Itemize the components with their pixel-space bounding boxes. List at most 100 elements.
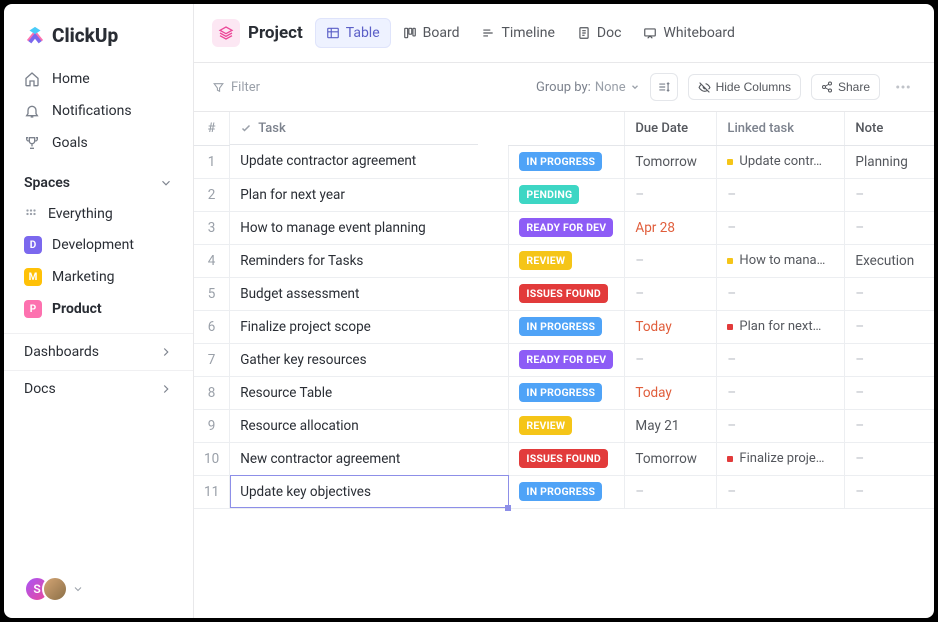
task-name-cell[interactable]: Resource Table <box>230 376 509 409</box>
due-date-cell[interactable]: Tomorrow <box>625 145 717 178</box>
note-cell[interactable]: – <box>845 277 934 310</box>
due-date-cell[interactable]: – <box>625 178 717 211</box>
section-dashboards[interactable]: Dashboards <box>4 333 193 370</box>
task-name-cell[interactable]: Finalize project scope <box>230 310 509 343</box>
table-row[interactable]: 7 Gather key resources READY FOR DEV – –… <box>194 343 934 376</box>
col-linked[interactable]: Linked task <box>717 112 845 145</box>
space-item-development[interactable]: DDevelopment <box>4 229 193 261</box>
note-cell[interactable]: – <box>845 211 934 244</box>
note-cell[interactable]: – <box>845 343 934 376</box>
section-docs[interactable]: Docs <box>4 370 193 407</box>
due-date-cell[interactable]: – <box>625 277 717 310</box>
avatar-group[interactable]: S <box>4 560 193 618</box>
table-row[interactable]: 1 Update contractor agreement IN PROGRES… <box>194 145 934 178</box>
project-title-chip[interactable]: Project <box>212 19 303 47</box>
avatar-user-photo[interactable] <box>42 576 68 602</box>
row-height-button[interactable] <box>650 73 678 101</box>
table-row[interactable]: 3 How to manage event planning READY FOR… <box>194 211 934 244</box>
note-cell[interactable]: – <box>845 475 934 508</box>
status-cell[interactable]: READY FOR DEV <box>509 343 625 376</box>
task-name-cell[interactable]: Resource allocation <box>230 409 509 442</box>
view-tab-table[interactable]: Table <box>315 18 391 48</box>
linked-task-cell[interactable]: – <box>717 277 845 310</box>
status-cell[interactable]: IN PROGRESS <box>509 376 625 409</box>
note-cell[interactable]: – <box>845 178 934 211</box>
table-row[interactable]: 10 New contractor agreement ISSUES FOUND… <box>194 442 934 475</box>
linked-task-cell[interactable]: – <box>717 343 845 376</box>
task-name-cell[interactable]: Update key objectives <box>230 475 509 508</box>
hide-columns-button[interactable]: Hide Columns <box>688 74 801 100</box>
task-name-cell[interactable]: New contractor agreement <box>230 442 509 475</box>
status-cell[interactable]: REVIEW <box>509 244 625 277</box>
due-date-cell[interactable]: – <box>625 343 717 376</box>
linked-task[interactable]: Update contr… <box>727 154 834 169</box>
col-status[interactable] <box>509 112 625 145</box>
view-tab-timeline[interactable]: Timeline <box>471 18 564 48</box>
table-row[interactable]: 2 Plan for next year PENDING – – – <box>194 178 934 211</box>
note-cell[interactable]: – <box>845 442 934 475</box>
linked-task-cell[interactable]: – <box>717 409 845 442</box>
share-button[interactable]: Share <box>811 74 880 100</box>
groupby-selector[interactable]: Group by: None <box>536 80 640 95</box>
table-row[interactable]: 5 Budget assessment ISSUES FOUND – – – <box>194 277 934 310</box>
status-cell[interactable]: IN PROGRESS <box>509 475 625 508</box>
due-date-cell[interactable]: Today <box>625 310 717 343</box>
linked-task-cell[interactable]: – <box>717 178 845 211</box>
task-name-cell[interactable]: Gather key resources <box>230 343 509 376</box>
nav-notifications[interactable]: Notifications <box>12 95 185 127</box>
table-row[interactable]: 4 Reminders for Tasks REVIEW – How to ma… <box>194 244 934 277</box>
view-tab-doc[interactable]: Doc <box>567 18 632 48</box>
note-cell[interactable]: – <box>845 310 934 343</box>
status-cell[interactable]: ISSUES FOUND <box>509 442 625 475</box>
view-tab-board[interactable]: Board <box>393 18 470 48</box>
col-note[interactable]: Note <box>845 112 934 145</box>
linked-task[interactable]: Plan for next… <box>727 319 834 334</box>
note-cell[interactable]: Planning <box>845 145 934 178</box>
col-number[interactable]: # <box>194 112 230 145</box>
linked-task-cell[interactable]: – <box>717 475 845 508</box>
table-row[interactable]: 6 Finalize project scope IN PROGRESS Tod… <box>194 310 934 343</box>
space-item-product[interactable]: PProduct <box>4 293 193 325</box>
status-cell[interactable]: IN PROGRESS <box>509 310 625 343</box>
space-everything[interactable]: Everything <box>4 199 193 229</box>
col-task[interactable]: Task <box>230 112 478 145</box>
linked-task-cell[interactable]: – <box>717 376 845 409</box>
due-date-cell[interactable]: Tomorrow <box>625 442 717 475</box>
spaces-header[interactable]: Spaces <box>4 159 193 199</box>
due-date-cell[interactable]: – <box>625 244 717 277</box>
filter-button[interactable]: Filter <box>212 80 260 95</box>
linked-task-cell[interactable]: Finalize proje… <box>717 442 845 475</box>
brand-logo[interactable]: ClickUp <box>4 4 193 63</box>
task-name-cell[interactable]: Plan for next year <box>230 178 509 211</box>
col-due[interactable]: Due Date <box>625 112 717 145</box>
table-row[interactable]: 8 Resource Table IN PROGRESS Today – – <box>194 376 934 409</box>
task-name-cell[interactable]: Reminders for Tasks <box>230 244 509 277</box>
status-cell[interactable]: READY FOR DEV <box>509 211 625 244</box>
due-date-cell[interactable]: – <box>625 475 717 508</box>
status-cell[interactable]: REVIEW <box>509 409 625 442</box>
table-row[interactable]: 9 Resource allocation REVIEW May 21 – – <box>194 409 934 442</box>
note-cell[interactable]: – <box>845 376 934 409</box>
space-item-marketing[interactable]: MMarketing <box>4 261 193 293</box>
view-tab-whiteboard[interactable]: Whiteboard <box>633 18 745 48</box>
task-name-cell[interactable]: How to manage event planning <box>230 211 509 244</box>
task-name-cell[interactable]: Update contractor agreement <box>230 145 509 178</box>
status-cell[interactable]: PENDING <box>509 178 625 211</box>
due-date-cell[interactable]: Today <box>625 376 717 409</box>
linked-task-cell[interactable]: How to mana… <box>717 244 845 277</box>
more-button[interactable] <box>890 78 916 96</box>
linked-task-cell[interactable]: Update contr… <box>717 145 845 178</box>
linked-task[interactable]: How to mana… <box>727 253 834 268</box>
task-name-cell[interactable]: Budget assessment <box>230 277 509 310</box>
status-cell[interactable]: IN PROGRESS <box>509 145 625 178</box>
linked-task-cell[interactable]: Plan for next… <box>717 310 845 343</box>
note-cell[interactable]: – <box>845 409 934 442</box>
nav-home[interactable]: Home <box>12 63 185 95</box>
note-cell[interactable]: Execution <box>845 244 934 277</box>
status-cell[interactable]: ISSUES FOUND <box>509 277 625 310</box>
due-date-cell[interactable]: May 21 <box>625 409 717 442</box>
linked-task[interactable]: Finalize proje… <box>727 451 834 466</box>
table-row[interactable]: 11 Update key objectives IN PROGRESS – –… <box>194 475 934 508</box>
linked-task-cell[interactable]: – <box>717 211 845 244</box>
due-date-cell[interactable]: Apr 28 <box>625 211 717 244</box>
